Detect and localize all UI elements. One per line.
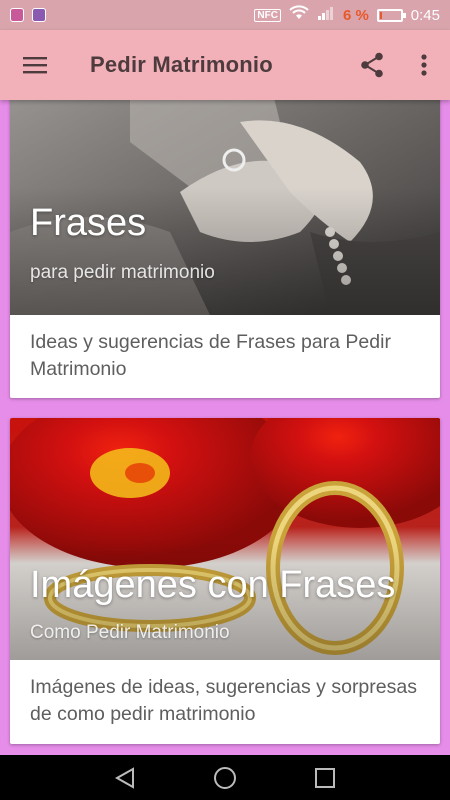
back-button[interactable] (100, 755, 150, 800)
gold-rings-roses-photo: Imágenes con Frases Como Pedir Matrimoni… (10, 418, 440, 660)
app-notification-icon (10, 8, 24, 22)
hands-ring-photo: Frases para pedir matrimonio (10, 100, 440, 315)
clock: 0:45 (410, 6, 440, 24)
status-bar: NFC 6 % 0:45 (0, 0, 450, 30)
menu-button[interactable] (0, 30, 70, 100)
nfc-icon: NFC (254, 8, 281, 22)
home-button[interactable] (200, 755, 250, 800)
gallery-notification-icon (32, 8, 46, 22)
card-frases[interactable]: Frases para pedir matrimonio Ideas y sug… (10, 100, 440, 398)
home-icon (214, 766, 236, 789)
card-subtitle: Como Pedir Matrimonio (30, 622, 230, 643)
battery-icon (376, 8, 406, 22)
signal-icon (317, 5, 335, 25)
menu-icon (23, 57, 47, 74)
card-description: Imágenes de ideas, sugerencias y sorpres… (30, 676, 417, 725)
card-title: Frases (30, 202, 147, 244)
share-button[interactable] (346, 30, 398, 100)
wifi-icon (289, 5, 309, 25)
more-vert-icon (421, 54, 427, 76)
navigation-bar (0, 755, 450, 800)
recents-icon (315, 767, 335, 788)
back-icon (114, 766, 134, 789)
card-imagenes-con-frases[interactable]: Imágenes con Frases Como Pedir Matrimoni… (10, 418, 440, 744)
share-icon (361, 52, 383, 78)
battery-percent: 6 % (342, 6, 369, 24)
card-list: Frases para pedir matrimonio Ideas y sug… (0, 100, 450, 755)
app-title: Pedir Matrimonio (90, 52, 273, 77)
card-description: Ideas y sugerencias de Frases para Pedir… (30, 331, 391, 380)
card-title: Imágenes con Frases (30, 564, 396, 606)
app-bar: Pedir Matrimonio (0, 30, 450, 100)
recents-button[interactable] (300, 755, 350, 800)
card-subtitle: para pedir matrimonio (30, 262, 215, 283)
more-options-button[interactable] (398, 30, 450, 100)
